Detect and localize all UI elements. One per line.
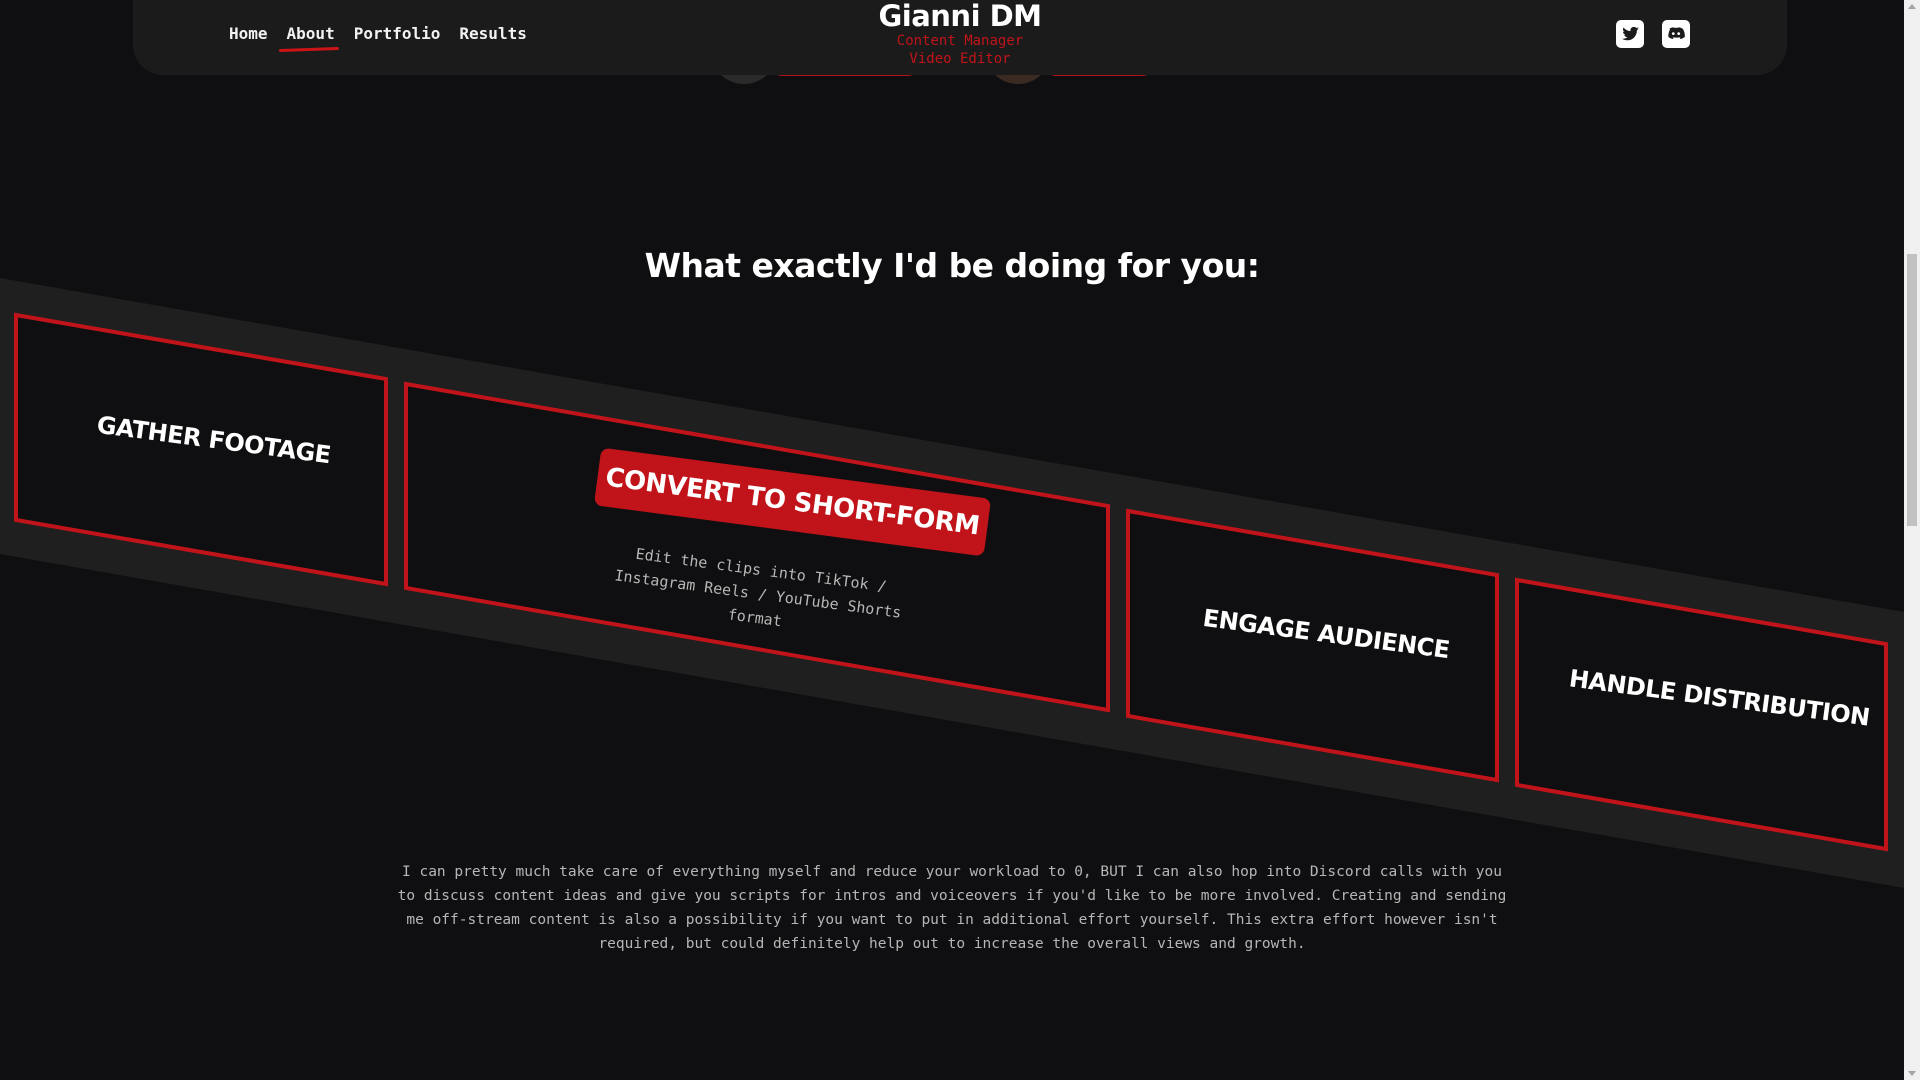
twitter-link[interactable]	[1615, 19, 1645, 49]
discord-icon	[1662, 20, 1690, 48]
top-navbar: Home About Portfolio Results Gianni DM C…	[133, 0, 1787, 75]
brand-subtitle-role-2: Video Editor	[909, 51, 1011, 67]
brand[interactable]: Gianni DM Content Manager Video Editor	[878, 0, 1042, 68]
nav-links: Home About Portfolio Results	[229, 24, 527, 51]
brand-name: Gianni DM	[878, 0, 1042, 33]
nav-results-link[interactable]: Results	[459, 24, 526, 51]
scroll-up-arrow-icon[interactable]	[1908, 4, 1916, 9]
discord-link[interactable]	[1661, 19, 1691, 49]
scrollbar-thumb[interactable]	[1907, 254, 1917, 526]
scroll-down-arrow-icon[interactable]	[1908, 1071, 1916, 1076]
nav-portfolio-link[interactable]: Portfolio	[354, 24, 441, 51]
nav-home-link[interactable]: Home	[229, 24, 268, 51]
services-paragraph: I can pretty much take care of everythin…	[397, 864, 1507, 952]
page-scrollbar[interactable]	[1904, 0, 1920, 1080]
nav-about-link[interactable]: About	[287, 24, 335, 51]
twitter-icon	[1616, 20, 1644, 48]
brand-subtitle-role-1: Content Manager	[896, 33, 1024, 49]
